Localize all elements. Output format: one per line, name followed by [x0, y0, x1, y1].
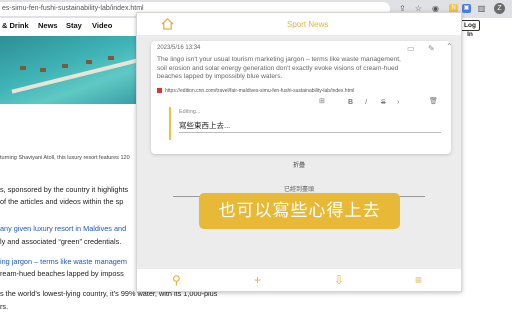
popup-header: Sport News [137, 13, 461, 35]
home-icon[interactable] [161, 18, 174, 30]
pier-shape [11, 58, 136, 94]
add-box-icon[interactable]: ⊞ [319, 97, 325, 105]
source-favicon-icon [157, 88, 162, 93]
download-icon[interactable]: ⇩ [334, 273, 344, 287]
nav-item-stay[interactable]: Stay [66, 21, 82, 30]
edit-pencil-icon[interactable]: ✎ [428, 44, 435, 53]
nav-item-news[interactable]: News [38, 21, 58, 30]
italic-icon[interactable]: I [365, 99, 367, 106]
article-line: rs. [0, 302, 9, 311]
code-icon[interactable]: › [397, 99, 399, 106]
article-line: ing jargon – terms like waste managem [0, 257, 127, 266]
split-view-icon[interactable]: ▥ [477, 4, 486, 13]
article-line: s, sponsored by the country it highlight… [0, 185, 129, 194]
note-date: 2023/5/16 13:34 [157, 45, 201, 51]
editing-status: Editing... [179, 109, 201, 115]
villa-shape [62, 64, 68, 68]
tip-banner: 也可以寫些心得上去 [199, 193, 400, 229]
image-caption: turning Shaviyani Atoll, this luxury res… [0, 155, 130, 161]
hero-image [0, 36, 136, 104]
popup-bottom-toolbar: ⚲ + ⇩ ≡ [137, 269, 461, 291]
collapse-icon[interactable]: ⌃ [446, 42, 453, 51]
search-icon[interactable]: ⚲ [172, 273, 181, 287]
extension-blue-icon[interactable]: ▣ [462, 4, 471, 13]
nav-item-drink[interactable]: & Drink [2, 21, 29, 30]
article-line: ly and associated “green” credentials. [0, 237, 122, 246]
comment-icon[interactable]: ▭ [407, 44, 415, 53]
profile-avatar[interactable]: Z [494, 3, 505, 14]
note-editor[interactable]: Editing... 寫些東西上去... [169, 107, 445, 140]
article-line: ream-hued beaches lapped by imposs [0, 269, 124, 278]
source-url[interactable]: https://edition.cnn.com/travel/fair-mald… [165, 88, 354, 94]
notes-popup: Sport News 2023/5/16 13:34 ▭ ✎ ⌃ The lin… [136, 12, 462, 292]
login-button[interactable]: Log In [460, 20, 480, 38]
article-line: any given luxury resort in Maldives and [0, 224, 127, 233]
filter-icon[interactable]: ≡ [415, 273, 422, 287]
delete-icon[interactable]: 🗑 [429, 97, 438, 105]
note-card: 2023/5/16 13:34 ▭ ✎ ⌃ The lingo isn't yo… [151, 41, 453, 154]
villa-shape [40, 68, 46, 72]
popup-title: Sport News [287, 20, 329, 29]
villa-shape [86, 60, 92, 64]
article-line: of the articles and videos within the sp [0, 197, 124, 206]
fold-button[interactable]: 折疊 [137, 160, 461, 169]
nav-item-video[interactable]: Video [92, 21, 112, 30]
strikethrough-icon[interactable]: S [381, 99, 386, 106]
note-source-link[interactable]: https://edition.cnn.com/travel/fair-mald… [157, 88, 354, 94]
villa-shape [20, 66, 26, 70]
editor-underline [179, 132, 441, 133]
villa-shape [108, 56, 114, 60]
note-highlight-text: The lingo isn't your usual tourism marke… [157, 56, 401, 81]
editor-input[interactable]: 寫些東西上去... [179, 120, 230, 131]
bold-icon[interactable]: B [348, 99, 353, 106]
add-icon[interactable]: + [254, 273, 261, 287]
end-of-list-label: 已經到盡頭 [283, 187, 314, 193]
